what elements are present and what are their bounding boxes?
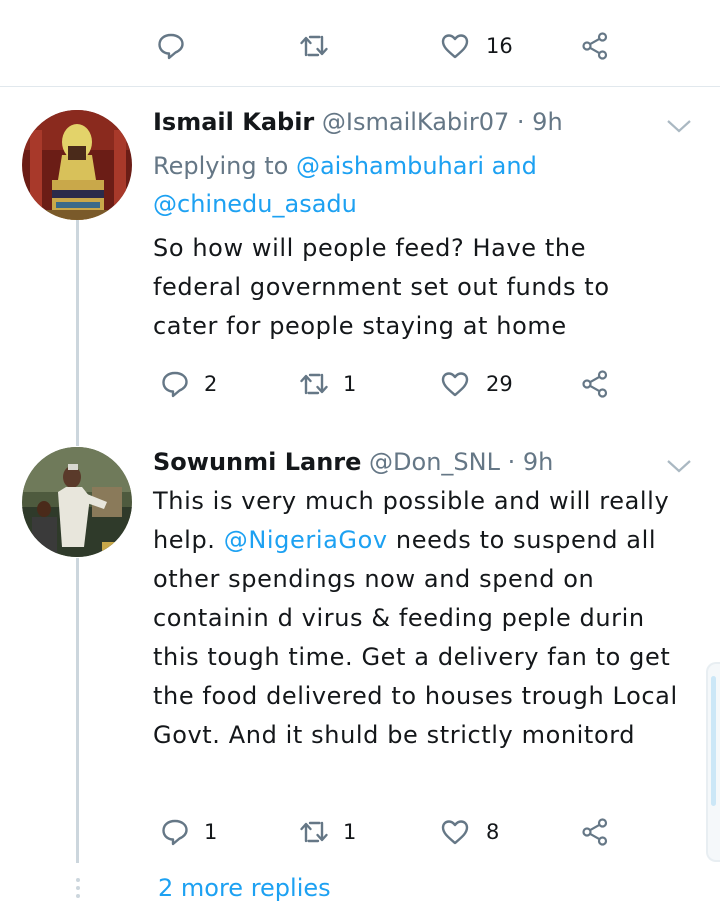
avatar-image [22,447,132,557]
retweet-button[interactable]: 1 [299,812,356,852]
tweet-actions: 2 1 29 [0,364,720,404]
chevron-down-icon[interactable] [666,118,692,134]
avatar-image [22,110,132,220]
replying-to: Replying to @aishambuhari and @chinedu_a… [153,147,713,223]
share-button[interactable] [580,812,610,852]
author-handle[interactable]: @Don_SNL [369,448,500,476]
avatar[interactable] [22,447,132,557]
reply-button[interactable]: 1 [160,812,217,852]
author-name[interactable]: Sowunmi Lanre [153,448,361,476]
reply-icon [162,371,188,398]
tweet-content: Ismail Kabir @IsmailKabir07 · 9h Replyin… [153,106,713,346]
tweet-header: Sowunmi Lanre @Don_SNL · 9h [153,446,713,478]
share-icon [582,818,608,846]
like-count: 8 [486,820,500,844]
retweet-button[interactable]: 1 [299,364,356,404]
retweet-icon [300,821,328,843]
retweet-count: 1 [343,820,357,844]
like-button[interactable]: 8 [440,812,499,852]
retweet-count: 1 [343,372,357,396]
like-icon [441,34,469,59]
thread-line [76,220,79,446]
share-icon [582,32,608,60]
timestamp[interactable]: 9h [532,108,562,136]
separator: · [507,448,516,476]
like-button[interactable]: 16 [440,26,513,66]
retweet-button[interactable] [299,26,343,66]
reply-count: 1 [204,820,218,844]
chevron-down-icon[interactable] [666,458,692,474]
more-replies-link[interactable]: 2 more replies [158,874,331,902]
reply-count: 2 [204,372,218,396]
share-icon [582,370,608,398]
divider [0,86,720,87]
reply-icon [158,33,184,60]
mention-link[interactable]: @chinedu_asadu [153,190,357,218]
mention-link[interactable]: @aishambuhari [296,152,484,180]
retweet-icon [300,35,328,57]
author-name[interactable]: Ismail Kabir [153,108,314,136]
reply-icon [162,819,188,846]
mention-link[interactable]: @NigeriaGov [224,526,388,554]
share-button[interactable] [580,26,610,66]
like-count: 29 [486,372,513,396]
scrollbar[interactable] [706,662,720,862]
like-count: 16 [486,34,513,58]
tweet-text: This is very much possible and will real… [153,482,698,755]
tweet-text: So how will people feed? Have the federa… [153,234,610,340]
like-icon [441,372,469,397]
tweet-header: Ismail Kabir @IsmailKabir07 · 9h [153,106,713,138]
tweet-text-part: needs to suspend all other spendings now… [153,526,678,749]
replying-and[interactable]: and [484,152,537,180]
tweet-actions: 1 1 8 [0,812,720,852]
avatar[interactable] [22,110,132,220]
top-action-bar: 16 [0,26,720,66]
like-button[interactable]: 29 [440,364,513,404]
reply-button[interactable] [156,26,200,66]
replying-to-prefix: Replying to [153,152,296,180]
reply-button[interactable]: 2 [160,364,217,404]
tweet-content: Sowunmi Lanre @Don_SNL · 9h This is very… [153,446,713,755]
timestamp[interactable]: 9h [523,448,553,476]
like-icon [441,820,469,845]
author-handle[interactable]: @IsmailKabir07 [322,108,509,136]
separator: · [516,108,525,136]
retweet-icon [300,373,328,395]
share-button[interactable] [580,364,610,404]
more-replies-dots [75,878,81,902]
